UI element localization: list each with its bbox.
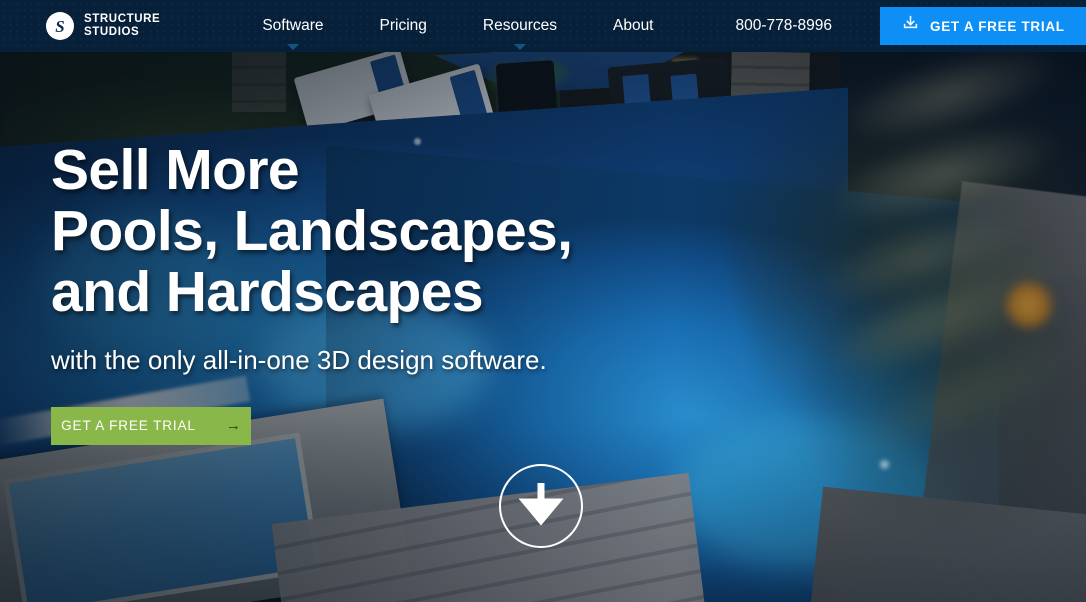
nav-label: Resources	[482, 17, 557, 34]
site-logo[interactable]: S STRUCTURE STUDIOS	[46, 12, 160, 40]
logo-line-2: STUDIOS	[84, 26, 140, 38]
nav-item-about[interactable]: About	[585, 17, 682, 35]
download-tray-icon	[902, 15, 919, 37]
hero-free-trial-button[interactable]: GET A FREE TRIAL →	[51, 406, 251, 445]
hero-headline: Sell More Pools, Landscapes, and Hardsca…	[51, 138, 573, 324]
nav-label: Software	[262, 17, 324, 34]
logo-line-1: STRUCTURE	[84, 13, 161, 26]
stone-column-left	[232, 52, 286, 112]
arrow-right-icon: →	[225, 417, 241, 435]
hero-subheadline: with the only all-in-one 3D design softw…	[51, 344, 547, 375]
headline-line-1: Sell More	[51, 138, 300, 202]
headline-line-3: and Hardscapes	[51, 259, 484, 324]
trial-button-label: GET A FREE TRIAL	[930, 18, 1065, 34]
pool-accent-light	[880, 460, 889, 469]
main-navigation: Software Pricing Resources About	[234, 17, 682, 50]
nav-label: Pricing	[379, 17, 427, 34]
nav-item-pricing[interactable]: Pricing	[352, 17, 455, 35]
chevron-down-icon	[513, 44, 526, 50]
logo-wordmark: STRUCTURE STUDIOS	[84, 13, 160, 39]
header-free-trial-button[interactable]: GET A FREE TRIAL	[880, 7, 1086, 45]
chevron-down-icon	[286, 44, 299, 50]
arrow-down-icon	[518, 479, 564, 534]
headline-line-2: Pools, Landscapes,	[51, 198, 573, 263]
hero-content: Sell More Pools, Landscapes, and Hardsca…	[51, 138, 573, 445]
phone-number-link[interactable]: 800-778-8996	[736, 17, 833, 35]
site-header: S STRUCTURE STUDIOS Software Pricing Res…	[0, 0, 1086, 52]
s-monogram-icon: S	[46, 12, 74, 40]
amber-landscape-light	[1006, 282, 1052, 328]
scroll-down-button[interactable]	[499, 464, 583, 548]
page-root: S STRUCTURE STUDIOS Software Pricing Res…	[0, 0, 1086, 602]
nav-label: About	[612, 17, 654, 34]
nav-item-resources[interactable]: Resources	[455, 17, 585, 50]
hero-cta-label: GET A FREE TRIAL	[61, 418, 196, 434]
nav-item-software[interactable]: Software	[234, 17, 351, 50]
